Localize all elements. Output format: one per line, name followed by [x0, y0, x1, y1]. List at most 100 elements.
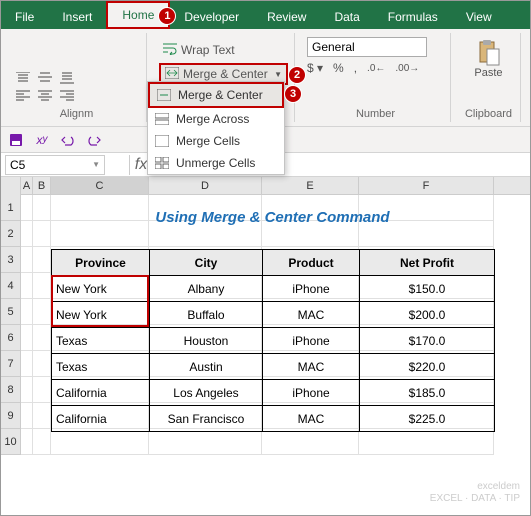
cell-product[interactable]: MAC	[263, 302, 360, 328]
row-header[interactable]: 10	[1, 429, 21, 455]
sheet-title: Using Merge & Center Command	[51, 203, 494, 233]
cell-product[interactable]: iPhone	[263, 328, 360, 354]
save-icon[interactable]	[7, 131, 25, 149]
formula-icon[interactable]: xy	[33, 131, 51, 149]
merge-center-label: Merge & Center	[183, 67, 268, 81]
watermark: exceldem EXCEL · DATA · TIP	[430, 481, 520, 505]
currency-icon[interactable]: $ ▾	[307, 61, 323, 75]
cell-product[interactable]: MAC	[263, 354, 360, 380]
cell-netprofit[interactable]: $170.0	[360, 328, 495, 354]
align-bottom-icon[interactable]	[57, 70, 77, 86]
row-header[interactable]: 8	[1, 377, 21, 403]
align-top-icon[interactable]	[13, 70, 33, 86]
col-header-b[interactable]: B	[33, 177, 51, 194]
paste-button[interactable]: Paste	[472, 39, 506, 79]
col-header-d[interactable]: D	[149, 177, 262, 194]
tab-data[interactable]: Data	[320, 5, 373, 29]
row-header[interactable]: 2	[1, 221, 21, 247]
col-header-a[interactable]: A	[21, 177, 33, 194]
tab-developer[interactable]: Developer	[170, 5, 253, 29]
group-clipboard: Paste Clipboard	[457, 33, 521, 122]
group-alignment: Alignm	[7, 33, 147, 122]
merge-cells-icon	[154, 134, 170, 148]
cell-city[interactable]: Albany	[150, 276, 263, 302]
percent-icon[interactable]: %	[333, 61, 344, 75]
wrap-text-label: Wrap Text	[181, 43, 235, 57]
cell-city[interactable]: Austin	[150, 354, 263, 380]
col-header-f[interactable]: F	[359, 177, 494, 194]
alignment-buttons	[13, 70, 140, 104]
comma-icon[interactable]: ,	[354, 61, 357, 75]
cell-netprofit[interactable]: $220.0	[360, 354, 495, 380]
align-left-icon[interactable]	[13, 88, 33, 104]
cell-province[interactable]: California	[52, 406, 150, 432]
cell-product[interactable]: iPhone	[263, 276, 360, 302]
cell-province[interactable]: Texas	[52, 354, 150, 380]
chevron-down-icon[interactable]: ▼	[274, 70, 282, 79]
wrap-text-button[interactable]: Wrap Text	[159, 39, 288, 61]
dropdown-label: Merge & Center	[178, 88, 263, 102]
row-header[interactable]: 1	[1, 195, 21, 221]
redo-icon[interactable]	[85, 131, 103, 149]
callout-marker-3: 3	[284, 85, 302, 103]
table-row: New YorkAlbanyiPhone$150.0	[52, 276, 495, 302]
tab-formulas[interactable]: Formulas	[374, 5, 452, 29]
table-row: CaliforniaLos AngelesiPhone$185.0	[52, 380, 495, 406]
dropdown-label: Merge Across	[176, 112, 249, 126]
cell-province[interactable]: New York	[52, 276, 150, 302]
cell-province[interactable]: Texas	[52, 328, 150, 354]
merge-center-icon	[156, 88, 172, 102]
number-format-select[interactable]	[307, 37, 427, 57]
cell-product[interactable]: MAC	[263, 406, 360, 432]
tab-review[interactable]: Review	[253, 5, 320, 29]
table-row: New YorkBuffaloMAC$200.0	[52, 302, 495, 328]
cell-province[interactable]: New York	[52, 302, 150, 328]
decrease-decimal-icon[interactable]: .00→	[395, 63, 419, 74]
table-row: TexasHoustoniPhone$170.0	[52, 328, 495, 354]
select-all-corner[interactable]	[1, 177, 21, 195]
undo-icon[interactable]	[59, 131, 77, 149]
col-header-c[interactable]: C	[51, 177, 149, 194]
align-middle-icon[interactable]	[35, 70, 55, 86]
th-province: Province	[52, 250, 150, 276]
cell-city[interactable]: Houston	[150, 328, 263, 354]
cell-netprofit[interactable]: $200.0	[360, 302, 495, 328]
data-table: Province City Product Net Profit New Yor…	[51, 249, 495, 432]
tab-view[interactable]: View	[452, 5, 506, 29]
cell-netprofit[interactable]: $150.0	[360, 276, 495, 302]
row-header[interactable]: 4	[1, 273, 21, 299]
name-box[interactable]: C5▼	[5, 155, 105, 175]
dropdown-merge-center[interactable]: Merge & Center 3	[148, 82, 284, 108]
row-header[interactable]: 3	[1, 247, 21, 273]
col-header-e[interactable]: E	[262, 177, 359, 194]
increase-decimal-icon[interactable]: .0←	[367, 63, 385, 74]
align-right-icon[interactable]	[57, 88, 77, 104]
cell-province[interactable]: California	[52, 380, 150, 406]
row-header[interactable]: 7	[1, 351, 21, 377]
cell-city[interactable]: San Francisco	[150, 406, 263, 432]
ribbon-tabs: File Insert Home 1 Developer Review Data…	[1, 1, 530, 29]
row-header[interactable]: 9	[1, 403, 21, 429]
cell-city[interactable]: Los Angeles	[150, 380, 263, 406]
dropdown-unmerge-cells[interactable]: Unmerge Cells	[148, 152, 284, 174]
dropdown-merge-across[interactable]: Merge Across	[148, 108, 284, 130]
cell-city[interactable]: Buffalo	[150, 302, 263, 328]
merge-dropdown: Merge & Center 3 Merge Across Merge Cell…	[147, 81, 285, 175]
tab-insert[interactable]: Insert	[48, 5, 106, 29]
tab-home[interactable]: Home 1	[106, 1, 170, 29]
align-center-icon[interactable]	[35, 88, 55, 104]
wrap-text-icon	[163, 43, 177, 58]
dropdown-label: Merge Cells	[176, 134, 240, 148]
cell-netprofit[interactable]: $225.0	[360, 406, 495, 432]
row-header[interactable]: 5	[1, 299, 21, 325]
dropdown-merge-cells[interactable]: Merge Cells	[148, 130, 284, 152]
tab-file[interactable]: File	[1, 5, 48, 29]
cell-product[interactable]: iPhone	[263, 380, 360, 406]
merge-center-icon	[165, 67, 179, 82]
row-header[interactable]: 6	[1, 325, 21, 351]
unmerge-cells-icon	[154, 156, 170, 170]
cell-netprofit[interactable]: $185.0	[360, 380, 495, 406]
spreadsheet-grid[interactable]: A B C D E F 12345678910 Using Merge & Ce…	[1, 177, 530, 455]
table-row: CaliforniaSan FranciscoMAC$225.0	[52, 406, 495, 432]
table-header-row: Province City Product Net Profit	[52, 250, 495, 276]
